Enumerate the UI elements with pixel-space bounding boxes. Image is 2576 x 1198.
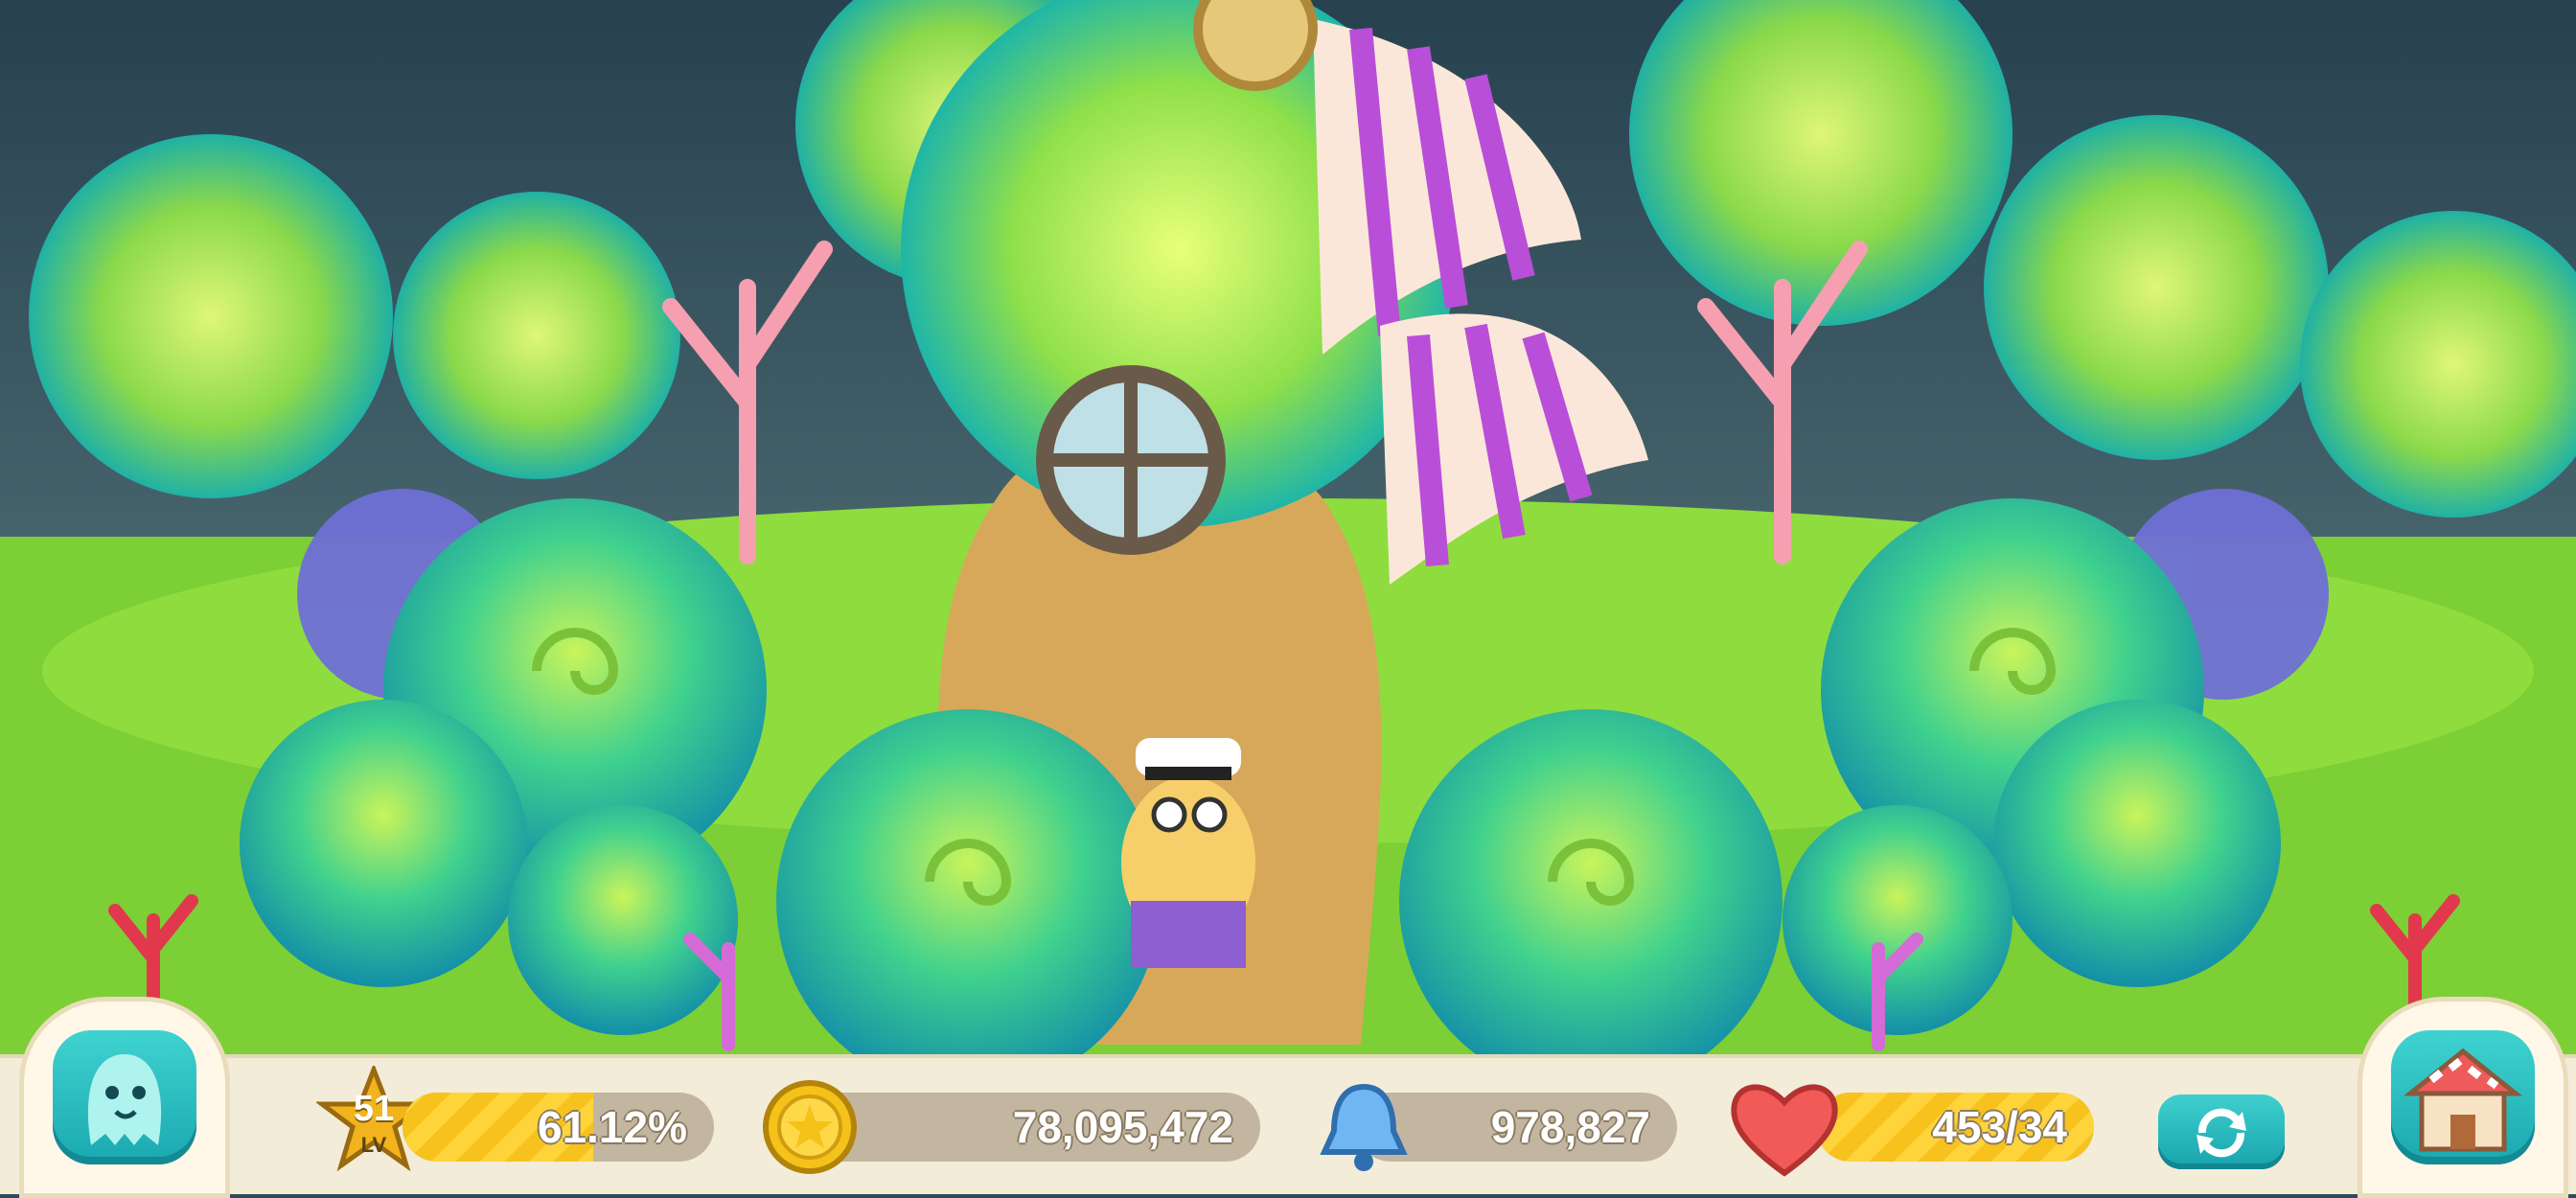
heart-counter[interactable]: 453/34 bbox=[1816, 1093, 2094, 1162]
friends-button-face bbox=[53, 1030, 196, 1164]
bell-amount: 978,827 bbox=[1490, 1102, 1650, 1152]
friends-button[interactable] bbox=[19, 997, 230, 1198]
blue-bell-icon bbox=[1320, 1083, 1408, 1171]
xp-percent-label: 61.12% bbox=[537, 1102, 687, 1152]
heart-amount: 453/34 bbox=[1932, 1102, 2067, 1152]
shop-button-face bbox=[2391, 1030, 2535, 1164]
refresh-icon bbox=[2196, 1108, 2246, 1158]
heart-icon bbox=[1731, 1084, 1838, 1177]
game-scene bbox=[0, 0, 2576, 1190]
xp-progress-bar: 61.12% bbox=[402, 1093, 714, 1162]
coin-amount: 78,095,472 bbox=[1012, 1102, 1233, 1152]
refresh-button[interactable] bbox=[2158, 1094, 2285, 1169]
gold-coin-icon bbox=[763, 1080, 857, 1174]
ghost-face-icon bbox=[87, 1054, 162, 1145]
shop-house-icon bbox=[2403, 1048, 2523, 1152]
shop-button[interactable] bbox=[2358, 997, 2568, 1198]
captain-cookie-character bbox=[1121, 738, 1255, 968]
